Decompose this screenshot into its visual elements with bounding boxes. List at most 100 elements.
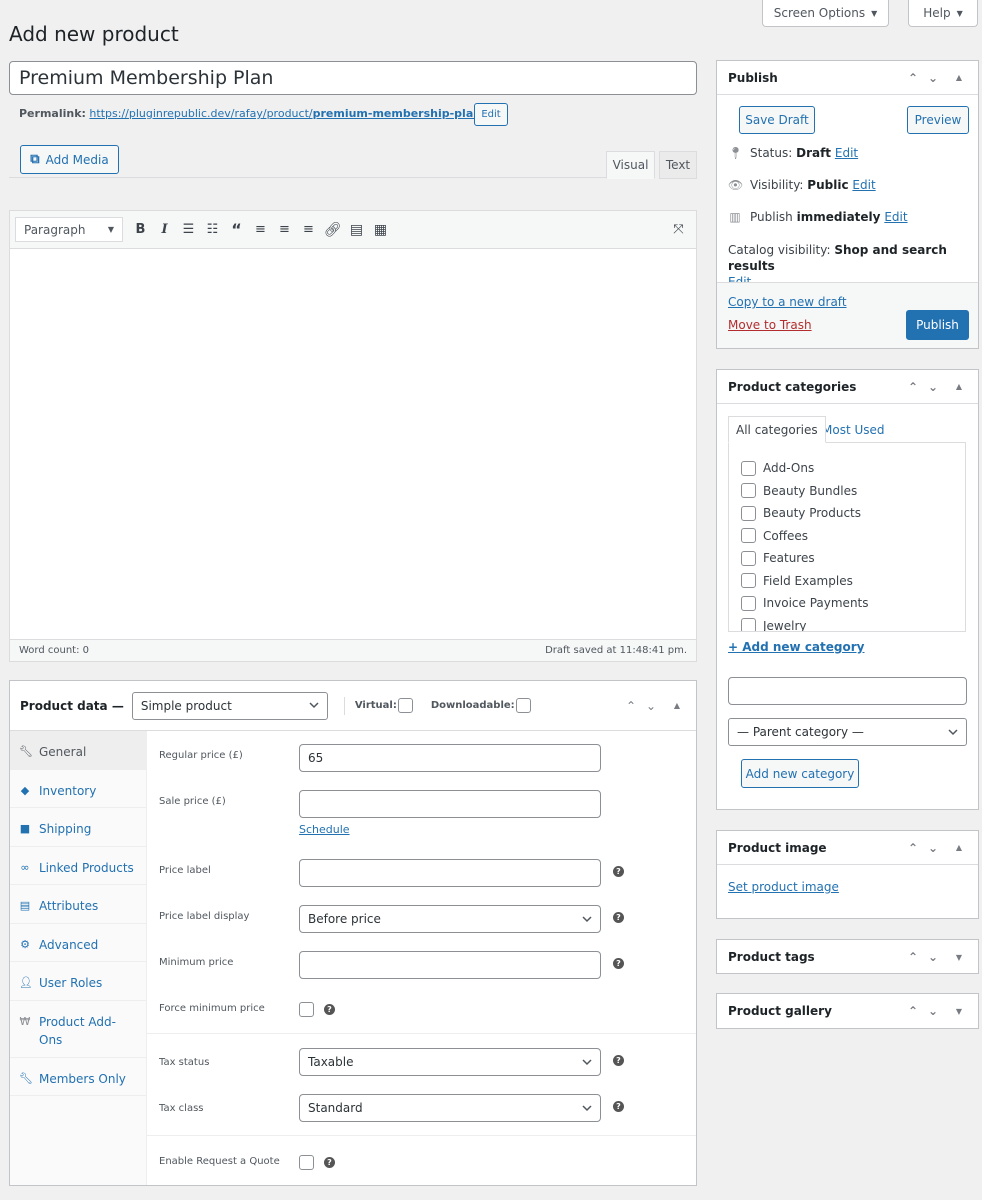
permalink-url[interactable]: https://pluginrepublic.dev/rafay/product… <box>89 107 485 120</box>
move-up-icon[interactable]: ⌃ <box>906 380 920 394</box>
editor-body[interactable] <box>10 249 696 639</box>
category-checkbox[interactable] <box>741 483 756 499</box>
save-draft-button[interactable]: Save Draft <box>739 106 815 134</box>
set-product-image-link[interactable]: Set product image <box>728 880 839 894</box>
toggle-panel-icon[interactable]: ▲ <box>952 73 966 82</box>
tax-status-select[interactable]: Taxable <box>299 1048 601 1076</box>
toggle-panel-icon[interactable]: ▲ <box>952 843 966 852</box>
tab-shipping[interactable]: ■ Shipping <box>10 808 146 847</box>
help-icon[interactable]: ? <box>613 866 624 877</box>
align-right-icon[interactable]: ≡ <box>297 218 320 242</box>
tab-text[interactable]: Text <box>659 151 697 179</box>
category-item[interactable]: Jewelry <box>729 615 965 631</box>
add-new-category-button[interactable]: Add new category <box>741 759 859 788</box>
price-label-display-select[interactable]: Before price <box>299 905 601 933</box>
product-tags-header[interactable]: Product tags ⌃ ⌄ ▼ <box>717 940 978 974</box>
numbered-list-icon[interactable]: ☷ <box>201 218 224 242</box>
move-down-icon[interactable]: ⌄ <box>926 380 940 394</box>
add-media-button[interactable]: ⧉ Add Media <box>20 145 119 174</box>
fullscreen-icon[interactable]: ⤧ <box>667 218 690 242</box>
new-category-name-input[interactable] <box>728 677 967 705</box>
tax-class-select[interactable]: Standard <box>299 1094 601 1122</box>
help-icon[interactable]: ? <box>613 958 624 969</box>
product-title-input[interactable]: Premium Membership Plan <box>9 61 697 95</box>
help-icon[interactable]: ? <box>324 1004 335 1015</box>
category-checkbox[interactable] <box>741 573 756 589</box>
schedule-link[interactable]: Schedule <box>299 823 350 836</box>
toggle-panel-icon[interactable]: ▼ <box>952 1007 966 1016</box>
category-checkbox[interactable] <box>741 550 756 566</box>
category-item[interactable]: Features <box>729 547 965 570</box>
category-item[interactable]: Add-Ons <box>729 457 965 480</box>
format-select[interactable]: Paragraph ▼ <box>15 217 123 242</box>
tab-product-add-ons[interactable]: ₩ Product Add-Ons <box>10 1001 146 1058</box>
move-up-icon[interactable]: ⌃ <box>624 699 638 713</box>
move-down-icon[interactable]: ⌄ <box>926 1004 940 1018</box>
tab-linked-products[interactable]: ∞ Linked Products <box>10 847 146 885</box>
category-item[interactable]: Field Examples <box>729 570 965 593</box>
parent-category-select[interactable]: — Parent category — <box>728 718 967 746</box>
move-up-icon[interactable]: ⌃ <box>906 950 920 964</box>
screen-options-button[interactable]: Screen Options ▼ <box>762 0 889 27</box>
tab-advanced[interactable]: ⚙ Advanced <box>10 924 146 962</box>
category-item[interactable]: Beauty Products <box>729 502 965 525</box>
minimum-price-input[interactable] <box>299 951 601 979</box>
tab-user-roles[interactable]: 👤︎ User Roles <box>10 962 146 1001</box>
move-down-icon[interactable]: ⌄ <box>644 699 658 713</box>
read-more-icon[interactable]: ▤ <box>345 218 368 242</box>
toggle-panel-icon[interactable]: ▲ <box>952 382 966 391</box>
product-type-select[interactable]: Simple product <box>131 691 328 720</box>
category-item[interactable]: Invoice Payments <box>729 592 965 615</box>
tab-general[interactable]: 🔧︎ General <box>10 731 146 770</box>
downloadable-checkbox[interactable] <box>515 698 531 713</box>
category-checkbox[interactable] <box>741 618 756 631</box>
category-checkbox[interactable] <box>741 595 756 611</box>
align-center-icon[interactable]: ≡ <box>273 218 296 242</box>
toolbar-toggle-icon[interactable]: ▦ <box>369 218 392 242</box>
publish-date-edit-link[interactable]: Edit <box>884 210 907 224</box>
align-left-icon[interactable]: ≡ <box>249 218 272 242</box>
category-checkbox[interactable] <box>741 505 756 521</box>
sale-price-input[interactable] <box>299 790 601 818</box>
move-up-icon[interactable]: ⌃ <box>906 1004 920 1018</box>
italic-icon[interactable]: I <box>153 218 176 242</box>
toggle-panel-icon[interactable]: ▲ <box>670 701 684 710</box>
help-icon[interactable]: ? <box>613 1101 624 1112</box>
category-checkbox[interactable] <box>741 460 756 476</box>
tab-most-used[interactable]: Most Used <box>815 416 892 443</box>
help-icon[interactable]: ? <box>613 1055 624 1066</box>
category-item[interactable]: Coffees <box>729 525 965 548</box>
request-quote-checkbox[interactable] <box>299 1155 314 1170</box>
bulleted-list-icon[interactable]: ☰ <box>177 218 200 242</box>
tab-members-only[interactable]: 🔧︎ Members Only <box>10 1058 146 1096</box>
permalink-edit-button[interactable]: Edit <box>474 103 508 126</box>
move-up-icon[interactable]: ⌃ <box>906 71 920 85</box>
add-new-category-link[interactable]: + Add new category <box>728 640 864 654</box>
price-label-input[interactable] <box>299 859 601 887</box>
copy-to-draft-link[interactable]: Copy to a new draft <box>728 295 847 309</box>
category-item[interactable]: Beauty Bundles <box>729 480 965 503</box>
virtual-checkbox[interactable] <box>397 698 413 713</box>
force-minimum-price-checkbox[interactable] <box>299 1002 314 1017</box>
publish-button[interactable]: Publish <box>906 310 969 340</box>
help-icon[interactable]: ? <box>613 912 624 923</box>
move-to-trash-link[interactable]: Move to Trash <box>728 318 812 332</box>
blockquote-icon[interactable]: “ <box>225 218 248 242</box>
move-up-icon[interactable]: ⌃ <box>906 841 920 855</box>
tab-all-categories[interactable]: All categories <box>728 416 826 443</box>
toggle-panel-icon[interactable]: ▼ <box>952 953 966 962</box>
regular-price-input[interactable]: 65 <box>299 744 601 772</box>
move-down-icon[interactable]: ⌄ <box>926 71 940 85</box>
help-icon[interactable]: ? <box>324 1157 335 1168</box>
tab-attributes[interactable]: ▤ Attributes <box>10 885 146 924</box>
move-down-icon[interactable]: ⌄ <box>926 950 940 964</box>
link-icon[interactable]: 🔗︎ <box>321 218 344 242</box>
tab-visual[interactable]: Visual <box>606 151 655 179</box>
preview-button[interactable]: Preview <box>907 106 969 134</box>
status-edit-link[interactable]: Edit <box>835 146 858 160</box>
move-down-icon[interactable]: ⌄ <box>926 841 940 855</box>
category-checkbox[interactable] <box>741 528 756 544</box>
product-gallery-header[interactable]: Product gallery ⌃ ⌄ ▼ <box>717 994 978 1028</box>
bold-icon[interactable]: B <box>129 218 152 242</box>
tab-inventory[interactable]: ◆ Inventory <box>10 770 146 808</box>
